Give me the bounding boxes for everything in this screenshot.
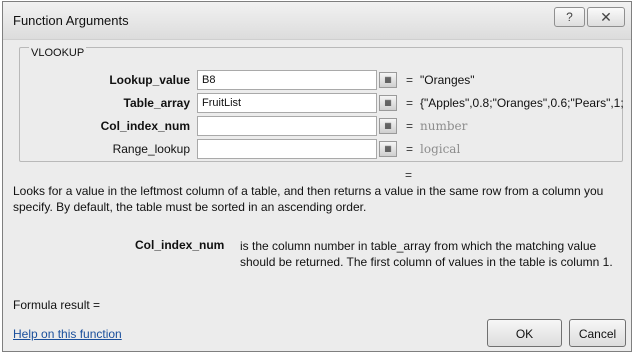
col-index-num-input[interactable] [197, 116, 377, 136]
argument-result: number [420, 119, 468, 133]
close-button[interactable]: ✕ [587, 7, 625, 27]
argument-label: Col_index_num [100, 119, 190, 133]
function-description: Looks for a value in the leftmost column… [13, 184, 604, 214]
collapse-dialog-icon[interactable]: ▦ [379, 141, 397, 157]
argument-row-table-array: Table_array [20, 93, 191, 113]
argument-label: Table_array [123, 96, 191, 110]
lookup-value-input[interactable] [197, 70, 377, 90]
formula-result: Formula result = [13, 298, 101, 312]
argument-result: logical [420, 142, 461, 156]
arguments-group: VLOOKUP Lookup_value ▦ = "Oranges" Table… [19, 47, 624, 162]
ok-button[interactable]: OK [487, 319, 562, 347]
range-lookup-input[interactable] [197, 139, 377, 159]
equals-sign: = [406, 142, 414, 156]
argument-row-col-index-num: Col_index_num [20, 116, 190, 136]
dialog-title: Function Arguments [13, 13, 129, 28]
table-array-input[interactable] [197, 93, 377, 113]
title-bar: Function Arguments ? ✕ [3, 2, 631, 40]
help-button[interactable]: ? [554, 7, 585, 27]
argument-result: {"Apples",0.8;"Oranges",0.6;"Pears",1; [420, 96, 624, 110]
cancel-button[interactable]: Cancel [569, 319, 626, 347]
argument-row-lookup-value: Lookup_value [20, 70, 190, 90]
argument-label: Lookup_value [109, 73, 190, 87]
equals-sign: = [406, 96, 414, 110]
argument-result: "Oranges" [420, 73, 475, 87]
equals-sign: = [406, 119, 414, 133]
function-arguments-dialog: Function Arguments ? ✕ VLOOKUP Lookup_va… [2, 1, 632, 352]
help-on-function-link[interactable]: Help on this function [13, 327, 122, 341]
collapse-dialog-icon[interactable]: ▦ [379, 118, 397, 134]
equals-sign: = [406, 73, 414, 87]
argument-help-text: is the column number in table_array from… [240, 239, 613, 269]
function-result-equals: = [405, 168, 413, 182]
collapse-dialog-icon[interactable]: ▦ [379, 72, 397, 88]
argument-row-range-lookup: Range_lookup [20, 139, 190, 159]
collapse-dialog-icon[interactable]: ▦ [379, 95, 397, 111]
function-name: VLOOKUP [29, 47, 87, 59]
argument-label: Range_lookup [112, 142, 190, 156]
argument-help-name: Col_index_num [135, 238, 225, 252]
